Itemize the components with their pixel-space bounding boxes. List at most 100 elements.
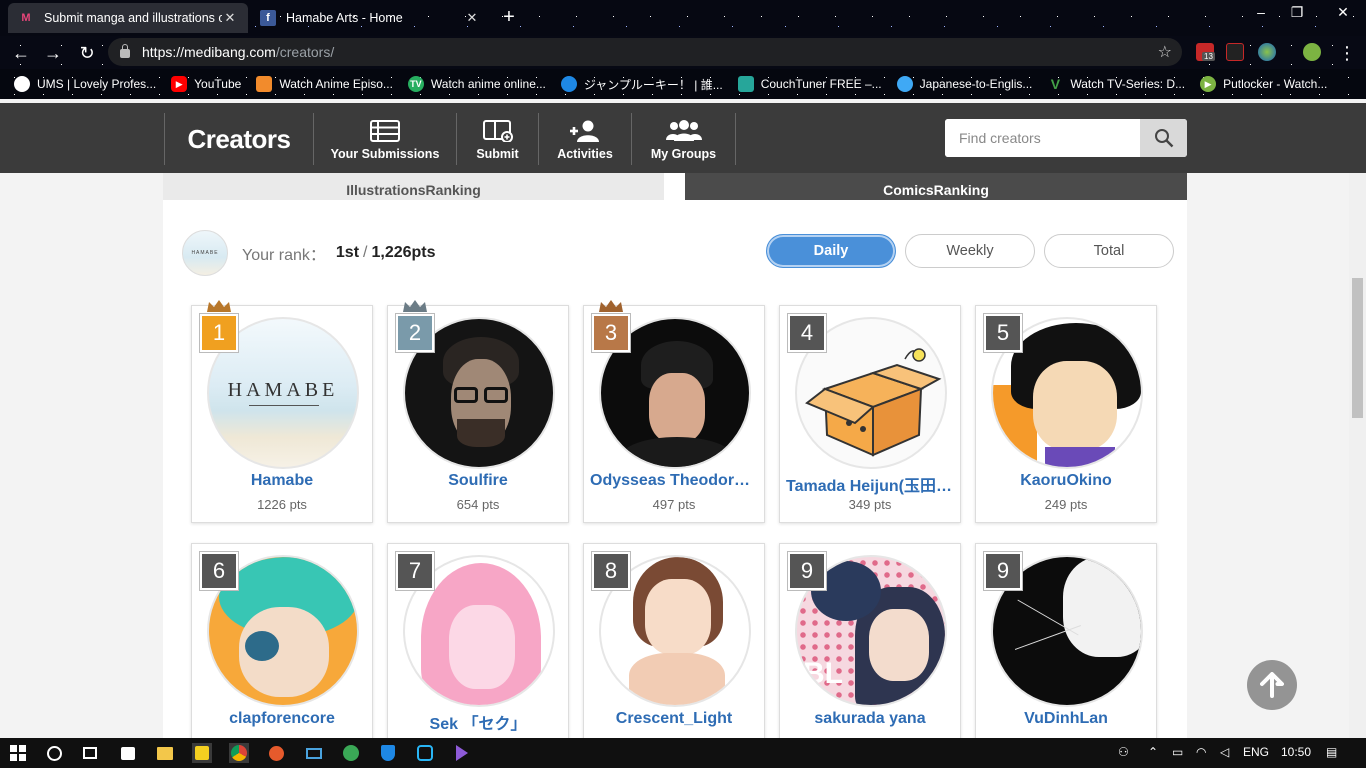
store-icon[interactable] bbox=[118, 743, 138, 763]
earth-icon[interactable] bbox=[341, 743, 361, 763]
creator-card[interactable]: 9 VuDinhLan bbox=[975, 543, 1157, 738]
creator-card[interactable]: 5 KaoruOkino 249 pts bbox=[975, 305, 1157, 523]
app-icon[interactable] bbox=[266, 743, 286, 763]
tab-illustrations-ranking[interactable]: IllustrationsRanking bbox=[163, 173, 664, 200]
cortana-search-icon[interactable] bbox=[44, 743, 64, 763]
period-total-button[interactable]: Total bbox=[1044, 234, 1174, 268]
tab-close-icon[interactable]: ✕ bbox=[464, 10, 480, 26]
clock[interactable]: 10:50 bbox=[1281, 745, 1311, 759]
chrome-icon[interactable] bbox=[229, 743, 249, 763]
bookmark-item[interactable]: CouchTuner FREE –... bbox=[737, 76, 882, 92]
file-explorer-icon[interactable] bbox=[155, 743, 175, 763]
nav-submit[interactable]: Submit bbox=[457, 113, 539, 165]
tab-medibang[interactable]: M Submit manga and illustrations o ✕ bbox=[8, 3, 248, 33]
medibang-favicon-icon: M bbox=[21, 12, 31, 24]
alarm-app-icon[interactable] bbox=[415, 743, 435, 763]
creator-card[interactable]: 9 BL sakurada yana bbox=[779, 543, 961, 738]
bookmark-item[interactable]: UMS | Lovely Profes... bbox=[14, 76, 156, 92]
task-view-icon[interactable] bbox=[80, 743, 100, 763]
globe-icon bbox=[14, 76, 30, 92]
people-icon[interactable]: ⚇ bbox=[1118, 745, 1129, 759]
menu-icon[interactable]: ⋮ bbox=[1334, 40, 1360, 66]
pdf-extension-icon[interactable] bbox=[1226, 43, 1244, 61]
silver-crown-icon bbox=[403, 300, 427, 312]
restore-icon[interactable]: ❐ bbox=[1282, 4, 1312, 21]
bookmark-item[interactable]: ジャンプルーキー！ | 誰... bbox=[560, 76, 723, 93]
creator-card[interactable]: 1 HAMABE Hamabe 1226 pts bbox=[191, 300, 373, 523]
visual-studio-icon[interactable] bbox=[452, 743, 472, 763]
notification-icon[interactable]: ▤ bbox=[1326, 745, 1337, 759]
youtube-icon: ▶ bbox=[171, 76, 188, 92]
period-weekly-button[interactable]: Weekly bbox=[905, 234, 1035, 268]
creator-name[interactable]: Odysseas Theodoropoulos bbox=[590, 472, 758, 490]
new-tab-button[interactable]: + bbox=[498, 6, 520, 29]
nav-my-groups[interactable]: My Groups bbox=[632, 113, 736, 165]
submissions-icon bbox=[370, 118, 400, 144]
bookmark-item[interactable]: ▶ YouTube bbox=[171, 76, 241, 92]
tab-comics-ranking[interactable]: ComicsRanking bbox=[685, 173, 1187, 200]
tray-chevron-icon[interactable]: ⌃ bbox=[1148, 745, 1158, 759]
search-input[interactable] bbox=[945, 119, 1140, 157]
tab-close-icon[interactable]: ✕ bbox=[222, 10, 238, 26]
page-scrollbar[interactable] bbox=[1349, 173, 1366, 738]
creator-name[interactable]: Tamada Heijun(玉田平準) bbox=[786, 472, 954, 496]
rank-badge: 1 bbox=[199, 313, 239, 353]
nav-activities[interactable]: Activities bbox=[539, 113, 632, 165]
abp-extension-icon[interactable]: 13 bbox=[1196, 43, 1215, 61]
back-to-top-button[interactable] bbox=[1247, 660, 1297, 710]
back-icon[interactable]: ← bbox=[8, 40, 34, 66]
wifi-icon[interactable]: ◠ bbox=[1196, 745, 1206, 759]
tab-hamabe-facebook[interactable]: f Hamabe Arts - Home ✕ bbox=[250, 3, 490, 33]
creators-logo[interactable]: Creators bbox=[164, 113, 314, 165]
bookmark-item[interactable]: Watch Anime Episo... bbox=[256, 76, 393, 92]
search-icon bbox=[1154, 129, 1173, 148]
close-window-icon[interactable]: ✕ bbox=[1328, 4, 1358, 21]
keyboard-icon[interactable] bbox=[304, 743, 324, 763]
creator-card[interactable]: 2 Soulfire 654 pts bbox=[387, 300, 569, 523]
scrollbar-thumb[interactable] bbox=[1352, 278, 1363, 418]
address-bar[interactable]: https://medibang.com/creators/ ☆ bbox=[108, 38, 1182, 66]
rank-badge: 9 bbox=[787, 551, 827, 591]
creator-name[interactable]: Crescent_Light bbox=[590, 710, 758, 728]
bookmark-item[interactable]: Japanese-to-Englis... bbox=[896, 76, 1032, 92]
watch-anime-icon bbox=[256, 76, 273, 92]
play-icon: ▶ bbox=[1200, 76, 1217, 92]
bookmark-item[interactable]: ▶ Putlocker - Watch... bbox=[1200, 76, 1327, 92]
bird-icon bbox=[896, 76, 913, 92]
creator-name[interactable]: sakurada yana bbox=[786, 710, 954, 728]
creator-name[interactable]: KaoruOkino bbox=[982, 472, 1150, 490]
creator-card[interactable]: 8 Crescent_Light bbox=[583, 543, 765, 738]
your-avatar[interactable]: HAMABE bbox=[182, 230, 228, 276]
creator-name[interactable]: Hamabe bbox=[198, 472, 366, 490]
search-button[interactable] bbox=[1140, 119, 1187, 157]
reload-icon[interactable]: ↻ bbox=[74, 40, 100, 66]
couchtuner-icon bbox=[737, 76, 754, 92]
profile-avatar-icon[interactable] bbox=[1303, 43, 1321, 61]
your-rank-summary: HAMABE Your rank： 1st / 1,226pts bbox=[182, 230, 436, 276]
minimize-icon[interactable]: – bbox=[1246, 4, 1276, 20]
site-header: Creators Your Submissions Submit Activit… bbox=[0, 103, 1366, 173]
creator-name[interactable]: Sek 「セク」 bbox=[394, 710, 562, 734]
language-indicator[interactable]: ENG bbox=[1243, 745, 1269, 759]
creator-card[interactable]: 3 Odysseas Theodoropoulos 497 pts bbox=[583, 300, 765, 523]
period-daily-button[interactable]: Daily bbox=[766, 234, 896, 268]
bookmark-item[interactable]: V Watch TV-Series: D... bbox=[1047, 76, 1185, 92]
nav-your-submissions[interactable]: Your Submissions bbox=[314, 113, 457, 165]
media-player-icon[interactable] bbox=[192, 743, 212, 763]
globe-extension-icon[interactable] bbox=[1258, 43, 1276, 61]
shield-app-icon[interactable] bbox=[378, 743, 398, 763]
creator-name[interactable]: VuDinhLan bbox=[982, 710, 1150, 728]
creator-card[interactable]: 7 Sek 「セク」 bbox=[387, 543, 569, 738]
battery-icon[interactable]: ▭ bbox=[1172, 745, 1183, 759]
ranking-panel: IllustrationsRanking ComicsRanking HAMAB… bbox=[163, 173, 1187, 738]
creator-name[interactable]: Soulfire bbox=[394, 472, 562, 490]
creator-name[interactable]: clapforencore bbox=[198, 710, 366, 728]
volume-icon[interactable]: ◁ bbox=[1220, 745, 1229, 759]
forward-icon[interactable]: → bbox=[40, 40, 66, 66]
bookmark-item[interactable]: TV Watch anime online... bbox=[407, 76, 546, 92]
windows-start-icon[interactable] bbox=[8, 743, 28, 763]
nav-label: My Groups bbox=[650, 146, 717, 161]
bookmark-star-icon[interactable]: ☆ bbox=[1158, 42, 1172, 62]
creator-card[interactable]: 4 Tamada Heijun(玉田平準) 349 pts bbox=[779, 305, 961, 523]
creator-card[interactable]: 6 clapforencore bbox=[191, 543, 373, 738]
